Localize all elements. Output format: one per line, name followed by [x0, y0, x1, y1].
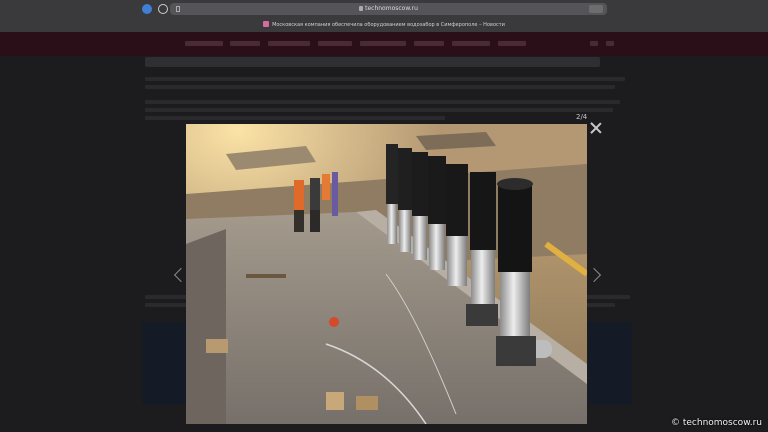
nav-item[interactable] [318, 41, 352, 46]
photo-illustration [186, 124, 587, 424]
url-text: technomoscow.ru [365, 5, 418, 12]
article-line [145, 85, 615, 89]
close-icon[interactable] [589, 121, 603, 135]
nav-item[interactable] [414, 41, 444, 46]
lock-icon [359, 6, 364, 11]
browser-chrome: technomoscow.ru Московская компания обес… [0, 0, 768, 32]
search-icon[interactable] [590, 41, 598, 46]
lightbox-photo[interactable] [186, 124, 587, 424]
favicon-icon [263, 21, 270, 27]
menu-icon[interactable] [606, 41, 614, 46]
nav-item[interactable] [498, 41, 526, 46]
extension-icon[interactable] [589, 5, 603, 13]
article-headline [145, 57, 600, 67]
nav-item[interactable] [185, 41, 223, 46]
article-line [145, 77, 625, 81]
article-line [145, 108, 613, 112]
site-nav [0, 32, 768, 56]
article-image [588, 322, 632, 404]
article-line [145, 116, 445, 120]
nav-item[interactable] [452, 41, 490, 46]
tab-title: Московская компания обеспечила оборудова… [272, 22, 505, 28]
article-line [145, 100, 620, 104]
article-image [142, 322, 186, 404]
screen: technomoscow.ru Московская компания обес… [0, 0, 768, 432]
tab-bar[interactable]: Московская компания обеспечила оборудова… [0, 19, 768, 32]
image-counter: 2/4 [576, 113, 588, 121]
nav-item[interactable] [230, 41, 260, 46]
nav-item[interactable] [268, 41, 310, 46]
nav-item[interactable] [360, 41, 406, 46]
watermark: © technomoscow.ru [670, 418, 762, 428]
vpn-icon[interactable] [158, 4, 168, 14]
shield-icon[interactable] [142, 4, 152, 14]
address-bar[interactable]: technomoscow.ru [170, 3, 607, 15]
address-text: technomoscow.ru [170, 3, 607, 15]
